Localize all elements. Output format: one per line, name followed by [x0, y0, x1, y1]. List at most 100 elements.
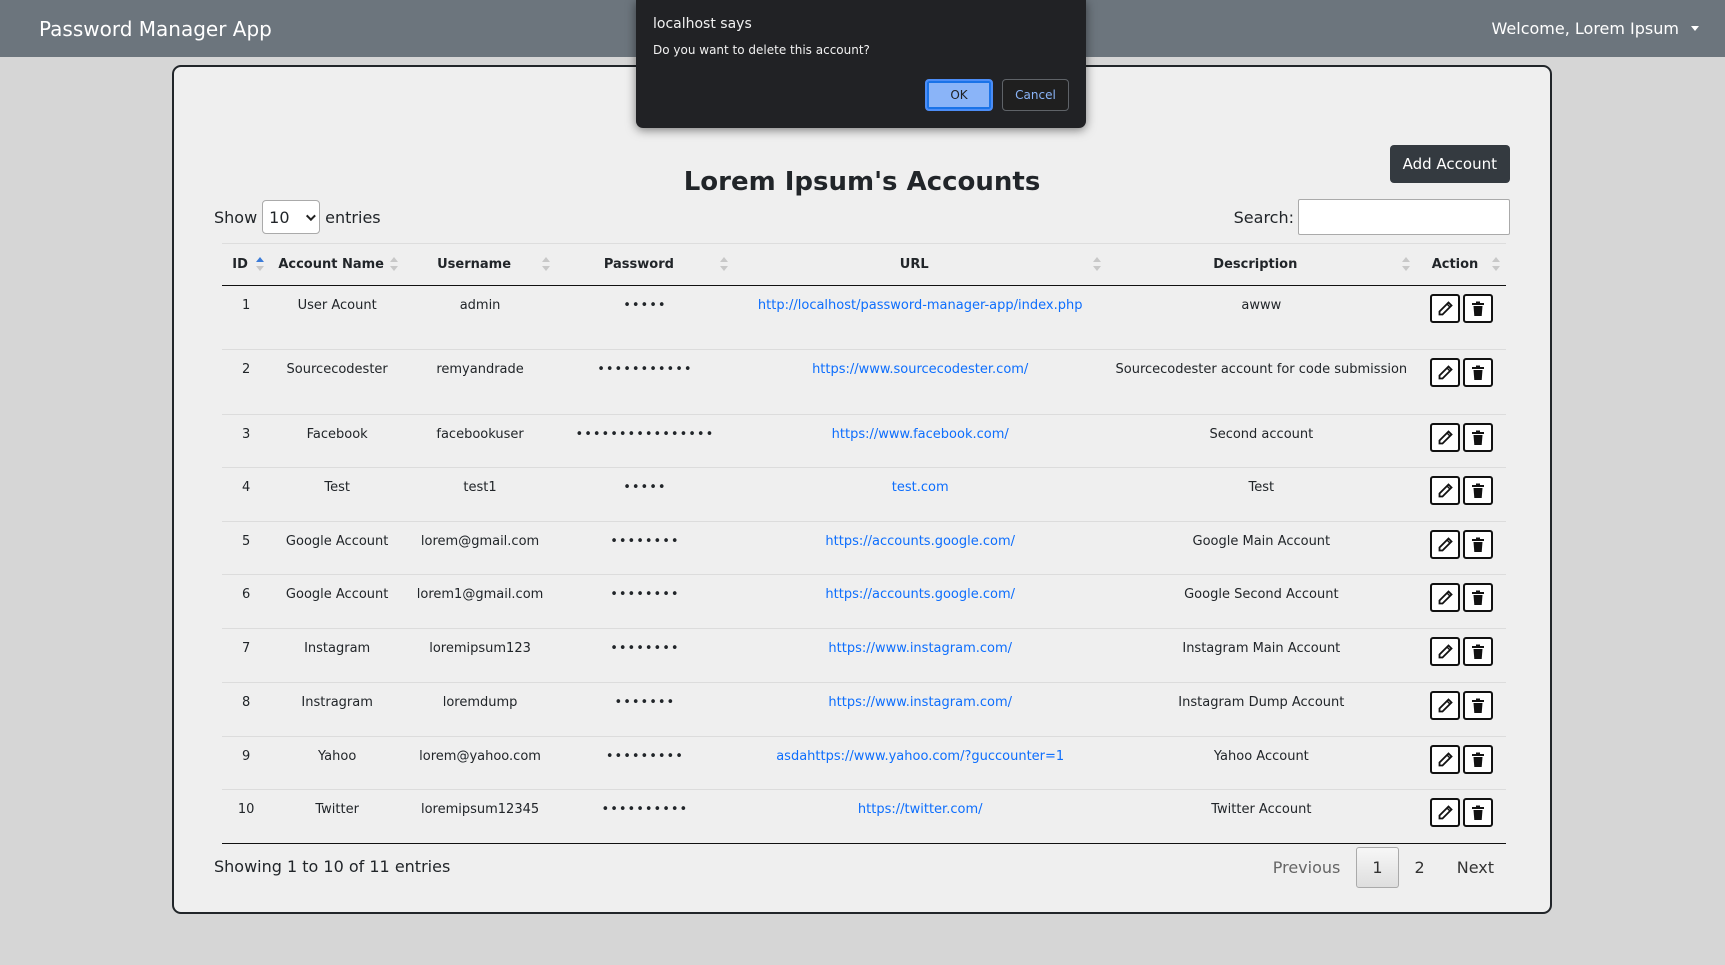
sort-icon — [719, 257, 728, 271]
edit-button[interactable] — [1429, 530, 1460, 559]
delete-button[interactable] — [1462, 583, 1493, 612]
delete-button[interactable] — [1462, 798, 1493, 827]
page-2-button[interactable]: 2 — [1399, 847, 1441, 888]
delete-button[interactable] — [1462, 691, 1493, 720]
column-header-label: Password — [603, 257, 674, 272]
row-actions — [1422, 798, 1500, 827]
url-link[interactable]: https://www.instagram.com/ — [828, 641, 1012, 656]
pencil-icon — [1437, 697, 1453, 714]
cell-description: Instagram Dump Account — [1106, 682, 1416, 737]
cell-action — [1416, 349, 1506, 415]
url-link[interactable]: https://www.sourcecodester.com/ — [812, 362, 1028, 377]
cancel-button[interactable]: Cancel — [1002, 79, 1069, 111]
table-row: 3 Facebook facebookuser •••••••••••••••• htt… — [222, 414, 1506, 468]
delete-button[interactable] — [1462, 530, 1493, 559]
table-row: 5 Google Account lorem@gmail.com •••••••• ht… — [222, 521, 1506, 575]
search-input[interactable] — [1298, 199, 1510, 235]
caret-down-icon — [1691, 26, 1699, 31]
delete-button[interactable] — [1462, 358, 1493, 387]
url-link[interactable]: https://accounts.google.com/ — [825, 534, 1015, 549]
column-header-url[interactable]: URL — [733, 243, 1107, 286]
url-link[interactable]: https://twitter.com/ — [858, 802, 983, 817]
pencil-icon — [1437, 364, 1453, 381]
cell-description: Sourcecodester account for code submissi… — [1106, 349, 1416, 415]
delete-button[interactable] — [1462, 476, 1493, 505]
row-actions — [1422, 294, 1500, 323]
entries-select[interactable]: 10 — [262, 200, 321, 234]
cell-username: lorem@yahoo.com — [404, 736, 557, 790]
user-menu[interactable]: Welcome, Lorem Ipsum — [1492, 19, 1699, 38]
cell-id: 9 — [222, 736, 271, 790]
cell-action — [1416, 789, 1506, 844]
cell-description: Twitter Account — [1106, 789, 1416, 844]
delete-button[interactable] — [1462, 423, 1493, 452]
column-header-username[interactable]: Username — [404, 243, 557, 286]
cell-url: https://www.sourcecodester.com/ — [733, 349, 1107, 415]
cell-password: •••••••••••••••• — [556, 414, 734, 468]
cell-id: 8 — [222, 682, 271, 737]
column-header-action[interactable]: Action — [1416, 243, 1506, 286]
add-account-button[interactable]: Add Account — [1389, 145, 1510, 183]
edit-button[interactable] — [1429, 294, 1460, 323]
delete-button[interactable] — [1462, 294, 1493, 323]
edit-button[interactable] — [1429, 423, 1460, 452]
sort-icon — [1402, 257, 1410, 271]
cell-account-name: Twitter — [270, 789, 405, 844]
url-link[interactable]: test.com — [892, 480, 949, 495]
cell-url: https://www.instagram.com/ — [733, 682, 1107, 737]
entries-length-control: Show 10 entries — [214, 200, 381, 234]
column-header-id[interactable]: ID — [222, 243, 271, 286]
ok-button[interactable]: OK — [925, 79, 993, 111]
url-link[interactable]: https://accounts.google.com/ — [825, 587, 1015, 602]
pagination: Previous 1 2 Next — [1257, 847, 1510, 888]
next-page-button[interactable]: Next — [1441, 847, 1510, 888]
pencil-icon — [1437, 751, 1453, 768]
edit-button[interactable] — [1429, 745, 1460, 774]
table-row: 2 Sourcecodester remyandrade ••••••••••• htt… — [222, 349, 1506, 415]
confirm-dialog: localhost says Do you want to delete thi… — [636, 0, 1086, 128]
cell-account-name: Instagram — [270, 628, 405, 683]
cell-id: 7 — [222, 628, 271, 683]
column-header-description[interactable]: Description — [1106, 243, 1416, 286]
delete-button[interactable] — [1462, 637, 1493, 666]
table-info: Showing 1 to 10 of 11 entries — [214, 857, 451, 876]
cell-username: loremdump — [404, 682, 557, 737]
url-link[interactable]: https://www.facebook.com/ — [832, 427, 1009, 442]
pencil-icon — [1437, 536, 1453, 553]
column-header-label: Description — [1213, 257, 1298, 272]
table-row: 10 Twitter loremipsum12345 •••••••••• https:… — [222, 789, 1506, 844]
url-link[interactable]: https://www.instagram.com/ — [828, 695, 1012, 710]
column-header-label: URL — [899, 257, 929, 272]
cell-id: 10 — [222, 789, 271, 844]
cell-action — [1416, 682, 1506, 737]
edit-button[interactable] — [1429, 798, 1460, 827]
dialog-buttons: OK Cancel — [925, 79, 1069, 111]
edit-button[interactable] — [1429, 476, 1460, 505]
sort-icon — [390, 257, 399, 271]
cell-action — [1416, 414, 1506, 468]
edit-button[interactable] — [1429, 358, 1460, 387]
delete-button[interactable] — [1462, 745, 1493, 774]
welcome-text: Welcome, Lorem Ipsum — [1491, 19, 1679, 38]
search-control: Search: — [1234, 199, 1510, 235]
cell-username: lorem@gmail.com — [404, 521, 557, 575]
edit-button[interactable] — [1429, 583, 1460, 612]
cell-account-name: Instragram — [270, 682, 405, 737]
edit-button[interactable] — [1429, 691, 1460, 720]
column-header-account-name[interactable]: Account Name — [270, 243, 405, 286]
cell-username: facebookuser — [404, 414, 557, 468]
edit-button[interactable] — [1429, 637, 1460, 666]
cell-password: •••••••• — [556, 628, 734, 683]
page-1-button[interactable]: 1 — [1356, 847, 1399, 888]
row-actions — [1422, 637, 1500, 666]
row-actions — [1422, 745, 1500, 774]
cell-id: 2 — [222, 349, 271, 415]
cell-id: 1 — [222, 285, 271, 350]
app-brand[interactable]: Password Manager App — [39, 17, 272, 41]
trash-icon — [1470, 537, 1486, 553]
url-link[interactable]: asdahttps://www.yahoo.com/?guccounter=1 — [776, 749, 1064, 764]
previous-page-button[interactable]: Previous — [1257, 847, 1357, 888]
url-link[interactable]: http://localhost/password-manager-app/in… — [758, 298, 1083, 313]
entries-select-value: 10 — [269, 207, 290, 227]
column-header-password[interactable]: Password — [556, 243, 734, 286]
